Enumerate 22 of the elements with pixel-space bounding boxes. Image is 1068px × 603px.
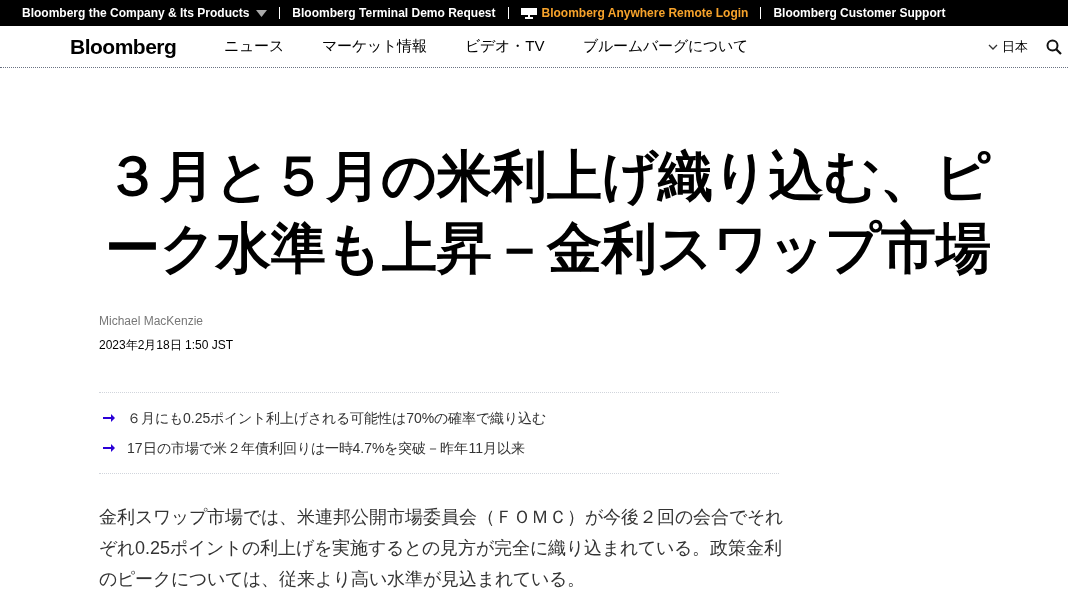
top-link[interactable]: Bloomberg Anywhere Remote Login xyxy=(520,4,749,22)
chevron-icon xyxy=(988,43,998,50)
article-paragraph: 金利スワップ市場では、米連邦公開市場委員会（ＦＯＭＣ）が今後２回の会合でそれぞれ0.25ポイントの利上げを実施するとの見方が完全に織り込まれている。政策金利のピークについては、従来より高い水準が見込まれている。 xyxy=(99,506,784,591)
headline: ３月と５月の米利上げ織り込む、ピーク水準も上昇－金利スワップ市場 xyxy=(105,144,992,281)
author-name[interactable]: Michael MacKenzie xyxy=(99,312,1068,330)
publish-date: 2023年2月18日 1:50 JST xyxy=(99,337,235,354)
language-selector[interactable]: 日本 xyxy=(988,36,1028,57)
top-link[interactable]: Bloomberg Customer Support xyxy=(773,4,946,22)
nav-link[interactable]: ニュース xyxy=(224,35,285,58)
monitor-icon xyxy=(520,7,537,19)
nav-link[interactable]: マーケット情報 xyxy=(322,35,428,58)
search-icon[interactable] xyxy=(1046,38,1062,55)
summary-bullet: 17日の市場で米２年債利回りは一時4.7%を突破－昨年11月以来 xyxy=(127,438,525,458)
caret-icon xyxy=(256,9,268,17)
nav-link[interactable]: ブルームバーグについて xyxy=(582,35,748,58)
nav-link[interactable]: ビデオ・TV xyxy=(465,35,545,58)
top-link[interactable]: Bloomberg Terminal Demo Request xyxy=(292,4,496,22)
arrow-icon xyxy=(103,414,115,422)
logo[interactable]: Bloomberg xyxy=(70,30,177,63)
arrow-icon xyxy=(103,444,115,452)
summary-bullet: ６月にも0.25ポイント利上げされる可能性は70%の確率で織り込む xyxy=(127,408,547,428)
top-link[interactable]: Bloomberg the Company & Its Products xyxy=(22,4,268,22)
